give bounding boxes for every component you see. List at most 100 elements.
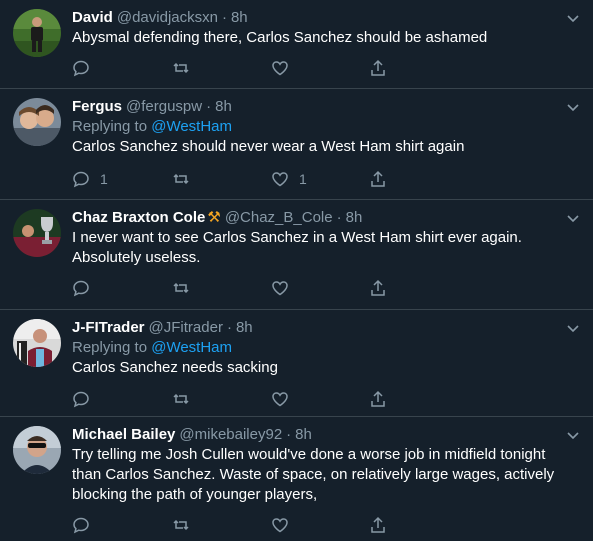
- reply-icon: [73, 171, 89, 188]
- user-handle[interactable]: @Chaz_B_Cole: [225, 209, 333, 226]
- chevron-down-icon[interactable]: [565, 210, 581, 226]
- retweet-icon: [173, 393, 189, 405]
- tweet-text: I never want to see Carlos Sanchez in a …: [72, 229, 522, 266]
- like-button[interactable]: [271, 58, 299, 78]
- share-button[interactable]: [369, 389, 387, 409]
- reply-button[interactable]: [72, 58, 100, 78]
- user-handle[interactable]: @ferguspw: [126, 98, 202, 115]
- tweet-body: J-FITrader @JFitrader · 8h Replying to @Wes…: [72, 318, 563, 378]
- share-button[interactable]: [369, 58, 387, 78]
- reply-icon: [73, 280, 89, 297]
- tweet[interactable]: Fergus @ferguspw · 8h Replying to @WestHam …: [0, 89, 593, 200]
- retweet-button[interactable]: [172, 389, 190, 409]
- like-button[interactable]: [271, 389, 299, 409]
- replying-to-label: Replying to: [72, 339, 152, 356]
- retweet-icon: [173, 173, 189, 185]
- tweet-header: J-FITrader @JFitrader · 8h: [72, 318, 563, 338]
- share-button[interactable]: [369, 169, 387, 189]
- avatar-player-on-pitch-icon: [13, 9, 61, 57]
- replying-to: Replying to @WestHam: [72, 117, 563, 137]
- tweet[interactable]: J-FITrader @JFitrader · 8h Replying to @Wes…: [0, 310, 593, 417]
- share-icon: [371, 170, 385, 187]
- heart-icon: [272, 518, 288, 533]
- display-name[interactable]: Chaz Braxton Cole: [72, 209, 205, 226]
- avatar[interactable]: [13, 426, 61, 474]
- timestamp[interactable]: 8h: [215, 98, 232, 115]
- tweet-text: Carlos Sanchez should never wear a West …: [72, 138, 465, 155]
- avatar[interactable]: [13, 9, 61, 57]
- reply-icon: [73, 60, 89, 77]
- like-button[interactable]: 1: [271, 169, 307, 189]
- retweet-button[interactable]: [172, 515, 190, 535]
- retweet-button[interactable]: [172, 58, 190, 78]
- user-handle[interactable]: @JFitrader: [149, 319, 223, 336]
- tweet-actions: [72, 278, 573, 298]
- avatar-couple-selfie-icon: [13, 98, 61, 146]
- share-icon: [371, 390, 385, 407]
- timestamp[interactable]: 8h: [236, 319, 253, 336]
- heart-icon: [272, 392, 288, 407]
- timestamp[interactable]: 8h: [231, 9, 248, 26]
- tweet-body: Michael Bailey @mikebailey92 · 8h Try telli…: [72, 425, 563, 505]
- separator-dot: ·: [286, 426, 292, 443]
- reply-button[interactable]: 1: [72, 169, 108, 189]
- reply-button[interactable]: [72, 278, 100, 298]
- avatar-trophy-icon: [13, 209, 61, 257]
- share-icon: [371, 516, 385, 533]
- avatar[interactable]: [13, 319, 61, 367]
- tweet-body: Fergus @ferguspw · 8h Replying to @WestHam …: [72, 97, 563, 157]
- display-name[interactable]: Fergus: [72, 98, 122, 115]
- reply-button[interactable]: [72, 389, 100, 409]
- retweet-icon: [173, 519, 189, 531]
- tweet-header: Michael Bailey @mikebailey92 · 8h: [72, 425, 563, 445]
- retweet-button[interactable]: [172, 169, 190, 189]
- separator-dot: ·: [206, 98, 212, 115]
- separator-dot: ·: [221, 9, 227, 26]
- like-button[interactable]: [271, 515, 299, 535]
- reply-button[interactable]: [72, 515, 100, 535]
- tweet-feed: David @davidjacksxn · 8h Abysmal defending …: [0, 0, 593, 541]
- tweet-text: Abysmal defending there, Carlos Sanchez …: [72, 29, 488, 46]
- tweet-header: David @davidjacksxn · 8h: [72, 8, 563, 28]
- tweet-actions: [72, 389, 573, 409]
- timestamp[interactable]: 8h: [295, 426, 312, 443]
- heart-icon: [272, 61, 288, 76]
- tweet[interactable]: Michael Bailey @mikebailey92 · 8h Try telli…: [0, 417, 593, 541]
- share-button[interactable]: [369, 515, 387, 535]
- user-handle[interactable]: @mikebailey92: [179, 426, 282, 443]
- tweet-body: David @davidjacksxn · 8h Abysmal defending …: [72, 8, 563, 48]
- retweet-icon: [173, 62, 189, 74]
- tweet-text: Try telling me Josh Cullen would've done…: [72, 446, 555, 503]
- retweet-button[interactable]: [172, 278, 190, 298]
- tweet-actions: 1 1: [72, 169, 573, 189]
- tweet-body: Chaz Braxton Cole ⚒ @Chaz_B_Cole · 8h I neve…: [72, 208, 563, 268]
- chevron-down-icon[interactable]: [565, 320, 581, 336]
- chevron-down-icon[interactable]: [565, 427, 581, 443]
- tweet-text: Carlos Sanchez needs sacking: [72, 359, 278, 376]
- separator-dot: ·: [336, 209, 342, 226]
- tweet-header: Chaz Braxton Cole ⚒ @Chaz_B_Cole · 8h: [72, 208, 563, 228]
- like-count: 1: [299, 171, 307, 187]
- avatar[interactable]: [13, 209, 61, 257]
- timestamp[interactable]: 8h: [346, 209, 363, 226]
- share-icon: [371, 59, 385, 76]
- chevron-down-icon[interactable]: [565, 10, 581, 26]
- tweet[interactable]: David @davidjacksxn · 8h Abysmal defending …: [0, 0, 593, 89]
- share-button[interactable]: [369, 278, 387, 298]
- mention-link[interactable]: @WestHam: [151, 339, 232, 356]
- display-name[interactable]: J-FITrader: [72, 319, 145, 336]
- user-handle[interactable]: @davidjacksxn: [117, 9, 218, 26]
- chevron-down-icon[interactable]: [565, 99, 581, 115]
- display-name[interactable]: David: [72, 9, 113, 26]
- replying-to-label: Replying to: [72, 118, 152, 135]
- reply-icon: [73, 517, 89, 534]
- tweet[interactable]: Chaz Braxton Cole ⚒ @Chaz_B_Cole · 8h I neve…: [0, 200, 593, 310]
- mention-link[interactable]: @WestHam: [151, 118, 232, 135]
- avatar[interactable]: [13, 98, 61, 146]
- heart-icon: [272, 172, 288, 187]
- retweet-icon: [173, 282, 189, 294]
- tweet-actions: [72, 58, 573, 78]
- tweet-header: Fergus @ferguspw · 8h: [72, 97, 563, 117]
- like-button[interactable]: [271, 278, 299, 298]
- display-name[interactable]: Michael Bailey: [72, 426, 175, 443]
